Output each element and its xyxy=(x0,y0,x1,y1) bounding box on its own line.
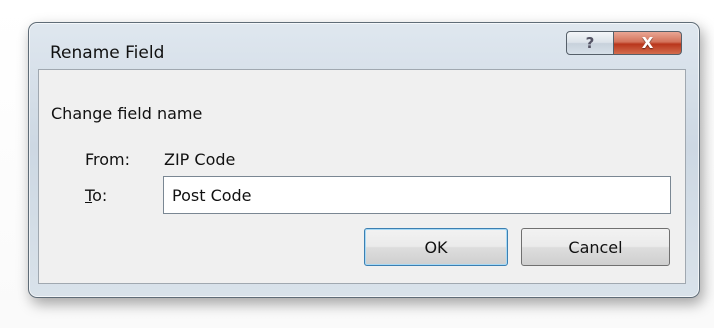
help-question-icon: ? xyxy=(585,34,595,52)
dialog-body: Change field name From: ZIP Code To: OK … xyxy=(38,69,686,284)
to-label-rest: o: xyxy=(92,186,108,205)
from-label: From: xyxy=(85,150,131,169)
window-title: Rename Field xyxy=(50,43,165,63)
title-bar-buttons: ? X xyxy=(566,31,682,55)
cancel-button[interactable]: Cancel xyxy=(521,228,670,266)
change-field-name-heading: Change field name xyxy=(51,104,203,123)
new-field-name-input[interactable] xyxy=(163,176,671,214)
to-label: To: xyxy=(85,186,107,205)
rename-field-dialog: Rename Field ? X Change field name From:… xyxy=(28,22,700,298)
to-label-accelerator: T xyxy=(85,186,93,205)
screen: Rename Field ? X Change field name From:… xyxy=(0,0,714,328)
close-x-icon: X xyxy=(641,34,654,52)
help-button[interactable]: ? xyxy=(566,31,614,55)
close-button[interactable]: X xyxy=(614,31,682,55)
ok-button[interactable]: OK xyxy=(364,228,508,266)
title-bar[interactable]: Rename Field ? X xyxy=(29,23,699,69)
from-value: ZIP Code xyxy=(164,150,236,169)
